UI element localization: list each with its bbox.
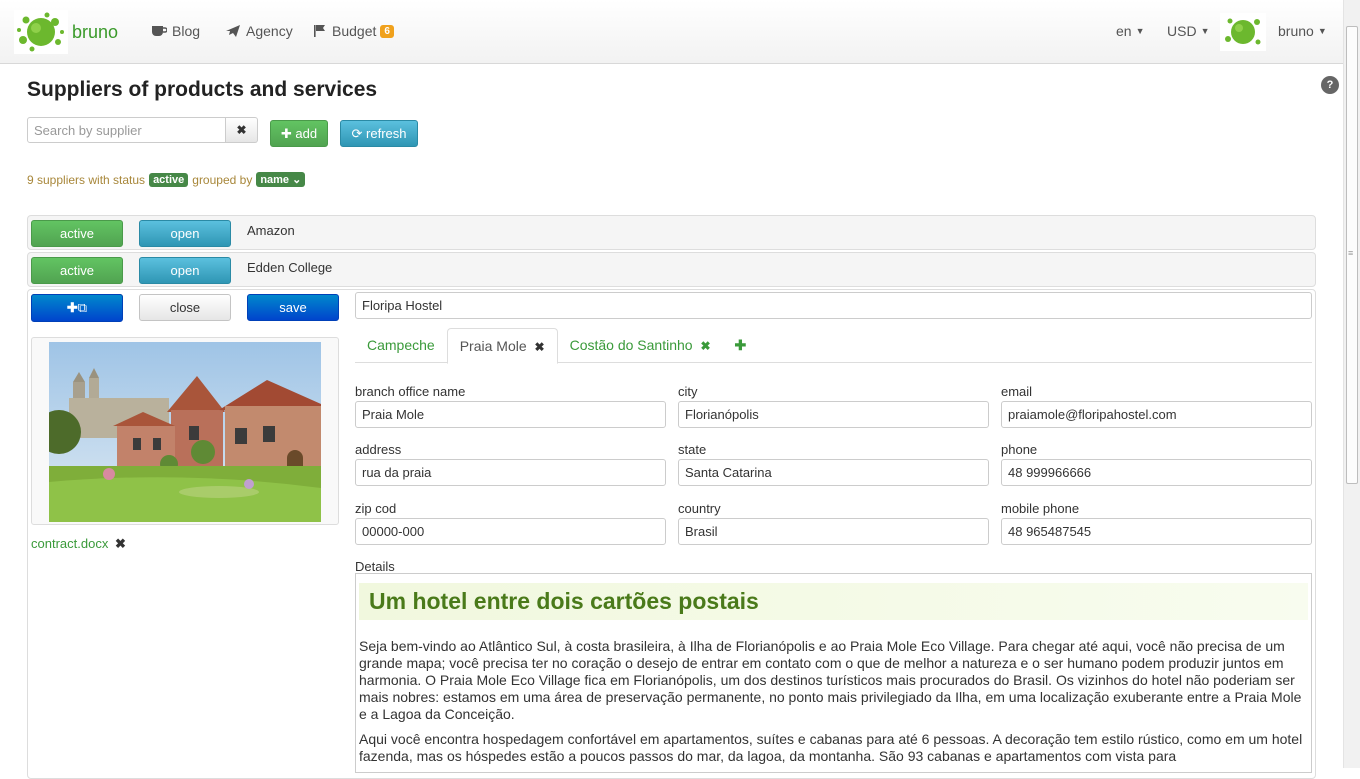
top-navbar: bruno Blog Agency Budget 6 en ▼ USD ▼ br… bbox=[0, 0, 1343, 64]
nav-agency-label: Agency bbox=[246, 23, 293, 39]
email-label: email bbox=[1001, 384, 1033, 399]
search-input[interactable] bbox=[27, 117, 226, 143]
editor-paragraph-1: Seja bem-vindo ao Atlântico Sul, à costa… bbox=[359, 638, 1302, 722]
help-icon[interactable]: ? bbox=[1321, 76, 1339, 94]
city-field[interactable] bbox=[678, 401, 989, 428]
coffee-cup-icon bbox=[152, 26, 167, 36]
vertical-scrollbar[interactable]: ≡ bbox=[1343, 0, 1360, 768]
nav-blog[interactable]: Blog bbox=[151, 23, 200, 39]
attachment-link[interactable]: contract.docx ✖ bbox=[31, 536, 126, 552]
copy-files-icon: ⧉ bbox=[77, 300, 88, 315]
details-rich-text-editor[interactable]: Um hotel entre dois cartões postais Seja… bbox=[355, 573, 1312, 773]
country-label: country bbox=[678, 501, 721, 516]
state-field[interactable] bbox=[678, 459, 989, 486]
country-field[interactable] bbox=[678, 518, 989, 545]
details-label: Details bbox=[355, 559, 395, 574]
language-label: en bbox=[1116, 23, 1132, 39]
branch-tabs: Campeche Praia Mole ✖ Costão do Santinho… bbox=[355, 328, 1312, 364]
nav-budget[interactable]: Budget 6 bbox=[313, 23, 394, 39]
tab-campeche[interactable]: Campeche bbox=[355, 328, 447, 363]
scrollbar-grip-icon: ≡ bbox=[1348, 248, 1354, 258]
supplier-name-field[interactable] bbox=[355, 292, 1312, 319]
user-menu-dropdown[interactable]: bruno ▼ bbox=[1278, 23, 1327, 39]
city-label: city bbox=[678, 384, 698, 399]
budget-count-badge: 6 bbox=[380, 24, 394, 38]
plus-icon: ✚ bbox=[734, 337, 747, 353]
attachment-name: contract.docx bbox=[31, 536, 109, 551]
brand-link[interactable]: bruno bbox=[14, 10, 118, 54]
status-filter-badge[interactable]: active bbox=[149, 172, 189, 187]
tab-label: Campeche bbox=[367, 337, 435, 353]
plus-icon: ✚ bbox=[280, 126, 292, 141]
tab-costao-do-santinho[interactable]: Costão do Santinho ✖ bbox=[558, 328, 723, 363]
remove-attachment-icon[interactable]: ✖ bbox=[115, 536, 126, 551]
zip-code-field[interactable] bbox=[355, 518, 666, 545]
caret-down-icon: ▼ bbox=[1317, 26, 1327, 36]
open-button[interactable]: open bbox=[139, 220, 231, 247]
airplane-icon bbox=[226, 25, 240, 37]
address-field[interactable] bbox=[355, 459, 666, 486]
supplier-photo[interactable] bbox=[49, 342, 321, 522]
status-middle: grouped by bbox=[192, 172, 253, 187]
add-tab-button[interactable]: ✚ bbox=[723, 328, 759, 363]
mobile-phone-field[interactable] bbox=[1001, 518, 1312, 545]
flag-icon bbox=[314, 25, 325, 37]
status-button[interactable]: active bbox=[31, 257, 123, 284]
nav-agency[interactable]: Agency bbox=[225, 23, 293, 39]
close-button[interactable]: close bbox=[139, 294, 231, 321]
user-avatar[interactable] bbox=[1220, 13, 1266, 51]
language-dropdown[interactable]: en ▼ bbox=[1116, 23, 1145, 39]
refresh-button[interactable]: ⟳ refresh bbox=[340, 120, 418, 147]
phone-label: phone bbox=[1001, 442, 1038, 457]
supplier-row-expanded: active close save bbox=[27, 289, 1316, 779]
refresh-icon: ⟳ bbox=[351, 126, 363, 141]
supplier-name: Amazon bbox=[247, 223, 295, 238]
close-tab-icon[interactable]: ✖ bbox=[535, 340, 545, 354]
tab-praia-mole[interactable]: Praia Mole ✖ bbox=[446, 328, 558, 364]
refresh-button-label: refresh bbox=[366, 126, 407, 141]
group-by-dropdown[interactable]: name ⌄ bbox=[256, 172, 306, 187]
user-name: bruno bbox=[1278, 23, 1314, 39]
tab-label: Praia Mole bbox=[459, 338, 527, 354]
zip-code-label: zip cod bbox=[355, 501, 397, 516]
splash-logo-icon bbox=[14, 10, 68, 54]
nav-budget-label: Budget bbox=[332, 23, 377, 39]
upload-files-button[interactable]: ✚⧉ bbox=[31, 294, 123, 322]
mobile-phone-label: mobile phone bbox=[1001, 501, 1080, 516]
currency-dropdown[interactable]: USD ▼ bbox=[1167, 23, 1209, 39]
page-title: Suppliers of products and services bbox=[27, 78, 378, 101]
branch-office-name-field[interactable] bbox=[355, 401, 666, 428]
supplier-name: Edden College bbox=[247, 260, 333, 275]
phone-field[interactable] bbox=[1001, 459, 1312, 486]
clear-search-button[interactable]: ✖ bbox=[226, 117, 258, 143]
editor-paragraph-2: Aqui você encontra hospedagem confortáve… bbox=[359, 731, 1303, 764]
supplier-row: active open Amazon bbox=[27, 215, 1316, 250]
close-icon: ✖ bbox=[236, 123, 247, 137]
open-button[interactable]: open bbox=[139, 257, 231, 284]
status-button[interactable]: active bbox=[31, 220, 123, 247]
add-supplier-button[interactable]: ✚ add bbox=[270, 120, 328, 147]
status-prefix: 9 suppliers with status bbox=[27, 172, 146, 187]
nav-blog-label: Blog bbox=[172, 23, 201, 39]
currency-label: USD bbox=[1167, 23, 1197, 39]
supplier-row: active open Edden College bbox=[27, 252, 1316, 287]
plus-icon: ✚ bbox=[66, 300, 78, 315]
tab-label: Costão do Santinho bbox=[569, 337, 693, 353]
close-tab-icon[interactable]: ✖ bbox=[700, 339, 710, 353]
chevron-down-icon: ⌄ bbox=[292, 174, 302, 186]
save-button[interactable]: save bbox=[247, 294, 339, 321]
address-label: address bbox=[355, 442, 402, 457]
caret-down-icon: ▼ bbox=[1135, 26, 1145, 36]
brand-name: bruno bbox=[72, 21, 119, 42]
group-by-label: name bbox=[260, 174, 290, 186]
branch-office-name-label: branch office name bbox=[355, 384, 466, 399]
email-field[interactable] bbox=[1001, 401, 1312, 428]
supplier-photo-frame bbox=[31, 337, 339, 525]
status-summary: 9 suppliers with status active grouped b… bbox=[27, 172, 309, 187]
editor-heading: Um hotel entre dois cartões postais bbox=[359, 583, 1308, 620]
supplier-search: ✖ bbox=[27, 117, 258, 143]
add-button-label: add bbox=[295, 126, 318, 141]
caret-down-icon: ▼ bbox=[1200, 26, 1210, 36]
state-label: state bbox=[678, 442, 707, 457]
